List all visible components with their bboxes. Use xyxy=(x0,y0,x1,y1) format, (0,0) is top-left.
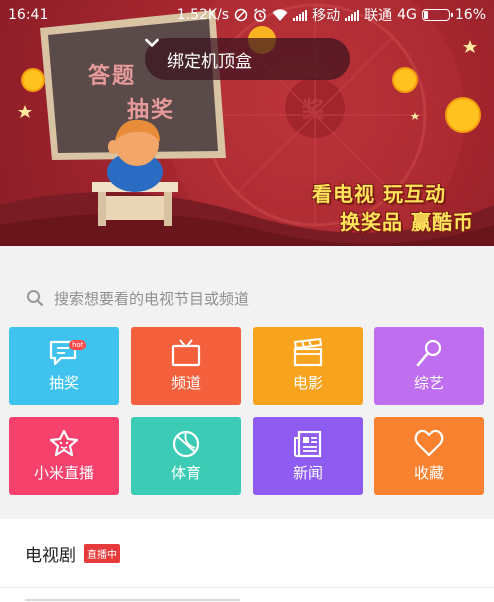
search-icon xyxy=(27,290,44,307)
section-title: 电视剧 xyxy=(25,545,76,566)
hot-badge: hot xyxy=(69,340,87,350)
wifi-icon xyxy=(272,9,288,21)
carrier-2: 联通 xyxy=(364,8,393,24)
board-text-line2: 抽奖 xyxy=(127,98,176,123)
tile-lottery[interactable]: hot 抽奖 xyxy=(9,327,119,405)
network-type: 4G xyxy=(397,7,417,23)
tile-favorites[interactable]: 收藏 xyxy=(374,417,484,495)
net-speed: 1.52K/s xyxy=(176,7,230,23)
bind-settop-box-label: 绑定机顶盒 xyxy=(167,51,252,72)
tile-label: 综艺 xyxy=(413,374,444,392)
tile-label: 抽奖 xyxy=(48,374,79,392)
signal-icon xyxy=(345,9,360,21)
bind-settop-box-dropdown[interactable]: 绑定机顶盒 xyxy=(145,38,350,80)
content-strip xyxy=(0,587,494,602)
tile-xiaomi-live[interactable]: 小米直播 xyxy=(9,417,119,495)
banner-slogan-line2: 换奖品 赢酷币 xyxy=(340,210,474,234)
signal-icon xyxy=(293,9,308,21)
wheel-text: 奖 xyxy=(302,98,325,123)
status-indicators: 1.52K/s 移动 联通 4G 16% xyxy=(177,5,486,25)
promo-banner[interactable]: 答题 抽奖 奖 看电视 玩互动 换奖品 赢酷币 绑定机顶盒 xyxy=(0,0,494,246)
carrier-1: 移动 xyxy=(312,8,341,24)
banner-slogan-line1: 看电视 玩互动 xyxy=(312,182,446,206)
search-input[interactable]: 搜索想要看的电视节目或频道 xyxy=(54,288,249,309)
chevron-down-icon xyxy=(145,38,159,47)
search-bar[interactable]: 搜索想要看的电视节目或频道 xyxy=(0,275,494,321)
alarm-icon xyxy=(254,8,267,22)
star-face-icon xyxy=(49,429,79,457)
tile-news[interactable]: 新闻 xyxy=(253,417,363,495)
battery-percent: 16% xyxy=(454,7,486,23)
board-text-line1: 答题 xyxy=(88,64,137,89)
status-bar: 16:41 1.52K/s 移动 联通 4G 16% xyxy=(0,0,494,30)
tile-label: 收藏 xyxy=(413,464,444,482)
no-disturb-icon xyxy=(234,8,248,22)
clapperboard-icon xyxy=(293,338,323,367)
tile-label: 体育 xyxy=(170,464,201,482)
tile-label: 频道 xyxy=(170,374,201,392)
tile-sports[interactable]: 体育 xyxy=(131,417,241,495)
placeholder-line xyxy=(25,599,240,601)
tv-series-section-header[interactable]: 电视剧 直播中 xyxy=(0,519,494,587)
microphone-icon xyxy=(416,339,442,367)
status-time: 16:41 xyxy=(8,7,49,23)
ball-icon xyxy=(172,430,200,458)
tv-icon xyxy=(171,339,201,367)
heart-icon xyxy=(414,429,444,457)
newspaper-icon xyxy=(294,430,322,458)
tile-movie[interactable]: 电影 xyxy=(253,327,363,405)
tile-channel[interactable]: 频道 xyxy=(131,327,241,405)
battery-icon xyxy=(421,9,453,21)
tile-label: 小米直播 xyxy=(33,464,94,482)
tile-label: 电影 xyxy=(292,374,323,392)
live-badge: 直播中 xyxy=(84,543,120,563)
tile-variety[interactable]: 综艺 xyxy=(374,327,484,405)
tile-label: 新闻 xyxy=(292,464,323,482)
